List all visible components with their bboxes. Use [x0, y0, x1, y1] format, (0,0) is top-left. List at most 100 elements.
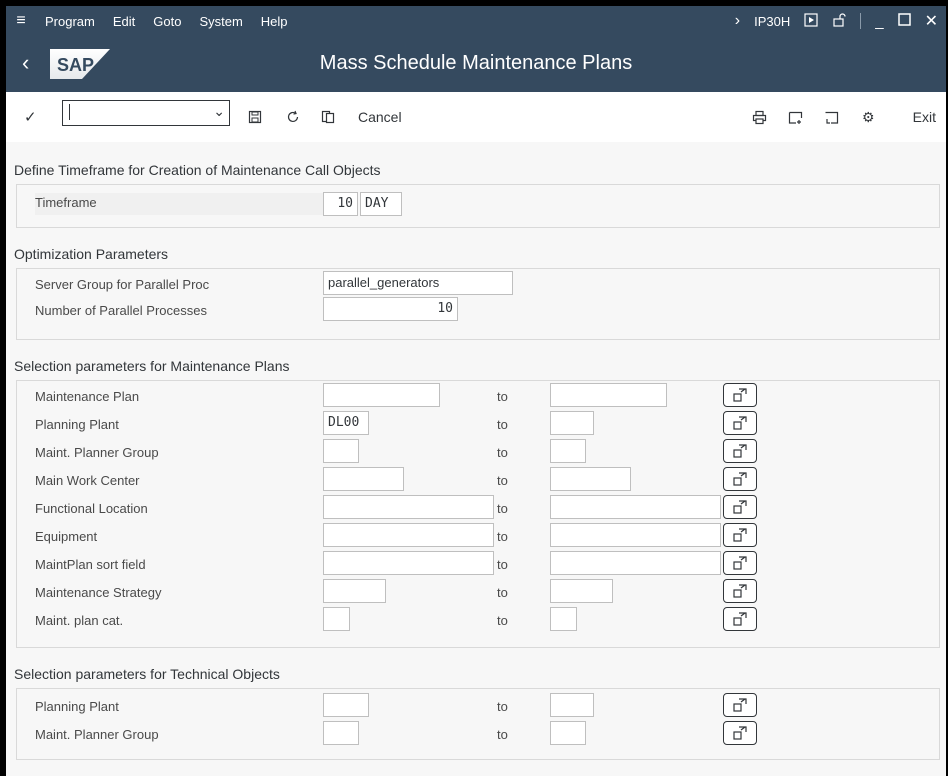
timeframe-unit-field[interactable]: DAY	[360, 192, 402, 216]
command-field[interactable]: ⌄	[62, 100, 230, 126]
play-icon[interactable]	[804, 12, 818, 30]
menu-goto[interactable]: Goto	[144, 14, 190, 29]
timeframe-value-field[interactable]: 10	[323, 192, 358, 216]
to-label: to	[497, 727, 508, 742]
text-cursor	[69, 104, 70, 120]
multiple-selection-button[interactable]	[723, 693, 757, 717]
settings-icon[interactable]: ⚙	[862, 109, 875, 126]
selection-to-field[interactable]	[550, 551, 721, 575]
menu-program[interactable]: Program	[36, 14, 104, 29]
to-label: to	[497, 699, 508, 714]
section-title-optimization: Optimization Parameters	[14, 246, 169, 262]
unlock-icon[interactable]	[832, 12, 846, 30]
menu-bar: ≡ Program Edit Goto System Help › IP30H …	[6, 6, 946, 36]
maximize-icon[interactable]	[897, 13, 911, 29]
multiple-selection-button[interactable]	[723, 467, 757, 491]
multiple-selection-button[interactable]	[723, 411, 757, 435]
copy-icon[interactable]	[321, 110, 335, 127]
multiple-selection-icon	[733, 612, 747, 626]
window-layout-icon[interactable]	[824, 110, 839, 128]
chevron-right-icon[interactable]: ›	[735, 12, 740, 30]
separator	[860, 13, 862, 29]
toolbar: ✓ ⌄ Cancel ⚙ Exit	[6, 92, 946, 142]
server-group-label: Server Group for Parallel Proc	[35, 277, 210, 292]
selection-label: Maintenance Strategy	[35, 585, 162, 600]
main-content: Define Timeframe for Creation of Mainten…	[6, 142, 946, 776]
selection-to-field[interactable]	[550, 411, 594, 435]
multiple-selection-icon	[733, 698, 747, 712]
selection-label: Maint. Planner Group	[35, 727, 159, 742]
selection-from-field[interactable]	[323, 523, 494, 547]
selection-to-field[interactable]	[550, 383, 667, 407]
selection-label: Maint. plan cat.	[35, 613, 124, 628]
multiple-selection-button[interactable]	[723, 383, 757, 407]
selection-label: MaintPlan sort field	[35, 557, 146, 572]
selection-from-field[interactable]	[323, 439, 359, 463]
section-box-optimization: Server Group for Parallel Proc parallel_…	[16, 268, 940, 340]
new-window-icon[interactable]	[788, 110, 803, 128]
selection-to-field[interactable]	[550, 721, 586, 745]
multiple-selection-button[interactable]	[723, 607, 757, 631]
page-title: Mass Schedule Maintenance Plans	[319, 52, 633, 74]
to-label: to	[497, 473, 508, 488]
to-label: to	[497, 613, 508, 628]
multiple-selection-icon	[733, 726, 747, 740]
cancel-button[interactable]: Cancel	[358, 109, 402, 125]
multiple-selection-button[interactable]	[723, 523, 757, 547]
close-icon[interactable]: ✕	[925, 11, 938, 31]
selection-label: Maint. Planner Group	[35, 445, 159, 460]
multiple-selection-button[interactable]	[723, 439, 757, 463]
multiple-selection-button[interactable]	[723, 579, 757, 603]
multiple-selection-button[interactable]	[723, 495, 757, 519]
menu-help[interactable]: Help	[252, 14, 297, 29]
selection-from-field[interactable]	[323, 607, 350, 631]
selection-to-field[interactable]	[550, 467, 631, 491]
section-title-timeframe: Define Timeframe for Creation of Mainten…	[14, 162, 381, 178]
chevron-down-icon[interactable]: ⌄	[213, 103, 225, 120]
refresh-icon[interactable]	[286, 110, 300, 127]
to-label: to	[497, 389, 508, 404]
section-title-plans: Selection parameters for Maintenance Pla…	[14, 358, 290, 374]
title-bar: ‹ SAP Mass Schedule Maintenance Plans	[6, 36, 946, 92]
section-box-plans: Maintenance Plan to Planning Plant DL00 to Ma…	[16, 380, 940, 648]
exit-button[interactable]: Exit	[913, 109, 936, 125]
selection-to-field[interactable]	[550, 607, 577, 631]
section-box-tech: Planning Plant to Maint. Planner Group to	[16, 688, 940, 760]
selection-from-field[interactable]	[323, 495, 494, 519]
selection-label: Planning Plant	[35, 699, 119, 714]
selection-label: Maintenance Plan	[35, 389, 140, 404]
selection-from-field[interactable]: DL00	[323, 411, 369, 435]
selection-from-field[interactable]	[323, 579, 386, 603]
selection-to-field[interactable]	[550, 579, 613, 603]
num-processes-label: Number of Parallel Processes	[35, 303, 207, 318]
selection-to-field[interactable]	[550, 523, 721, 547]
print-icon[interactable]	[752, 110, 767, 128]
hamburger-menu-icon[interactable]: ≡	[6, 12, 36, 30]
selection-to-field[interactable]	[550, 693, 594, 717]
to-label: to	[497, 585, 508, 600]
save-icon[interactable]	[248, 110, 262, 127]
server-group-field[interactable]: parallel_generators	[323, 271, 513, 295]
selection-label: Equipment	[35, 529, 98, 544]
selection-to-field[interactable]	[550, 495, 721, 519]
multiple-selection-icon	[733, 388, 747, 402]
menu-system[interactable]: System	[190, 14, 251, 29]
num-processes-field[interactable]: 10	[323, 297, 458, 321]
selection-from-field[interactable]	[323, 721, 359, 745]
transaction-code: IP30H	[754, 13, 791, 29]
selection-from-field[interactable]	[323, 551, 494, 575]
to-label: to	[497, 501, 508, 516]
multiple-selection-icon	[733, 472, 747, 486]
selection-to-field[interactable]	[550, 439, 586, 463]
multiple-selection-icon	[733, 584, 747, 598]
multiple-selection-button[interactable]	[723, 721, 757, 745]
selection-label: Main Work Center	[35, 473, 140, 488]
execute-checkmark-icon[interactable]: ✓	[24, 108, 37, 126]
selection-from-field[interactable]	[323, 467, 404, 491]
multiple-selection-button[interactable]	[723, 551, 757, 575]
selection-from-field[interactable]	[323, 693, 369, 717]
selection-from-field[interactable]	[323, 383, 440, 407]
menu-edit[interactable]: Edit	[104, 14, 144, 29]
minimize-icon[interactable]: _	[875, 13, 883, 30]
multiple-selection-icon	[733, 528, 747, 542]
